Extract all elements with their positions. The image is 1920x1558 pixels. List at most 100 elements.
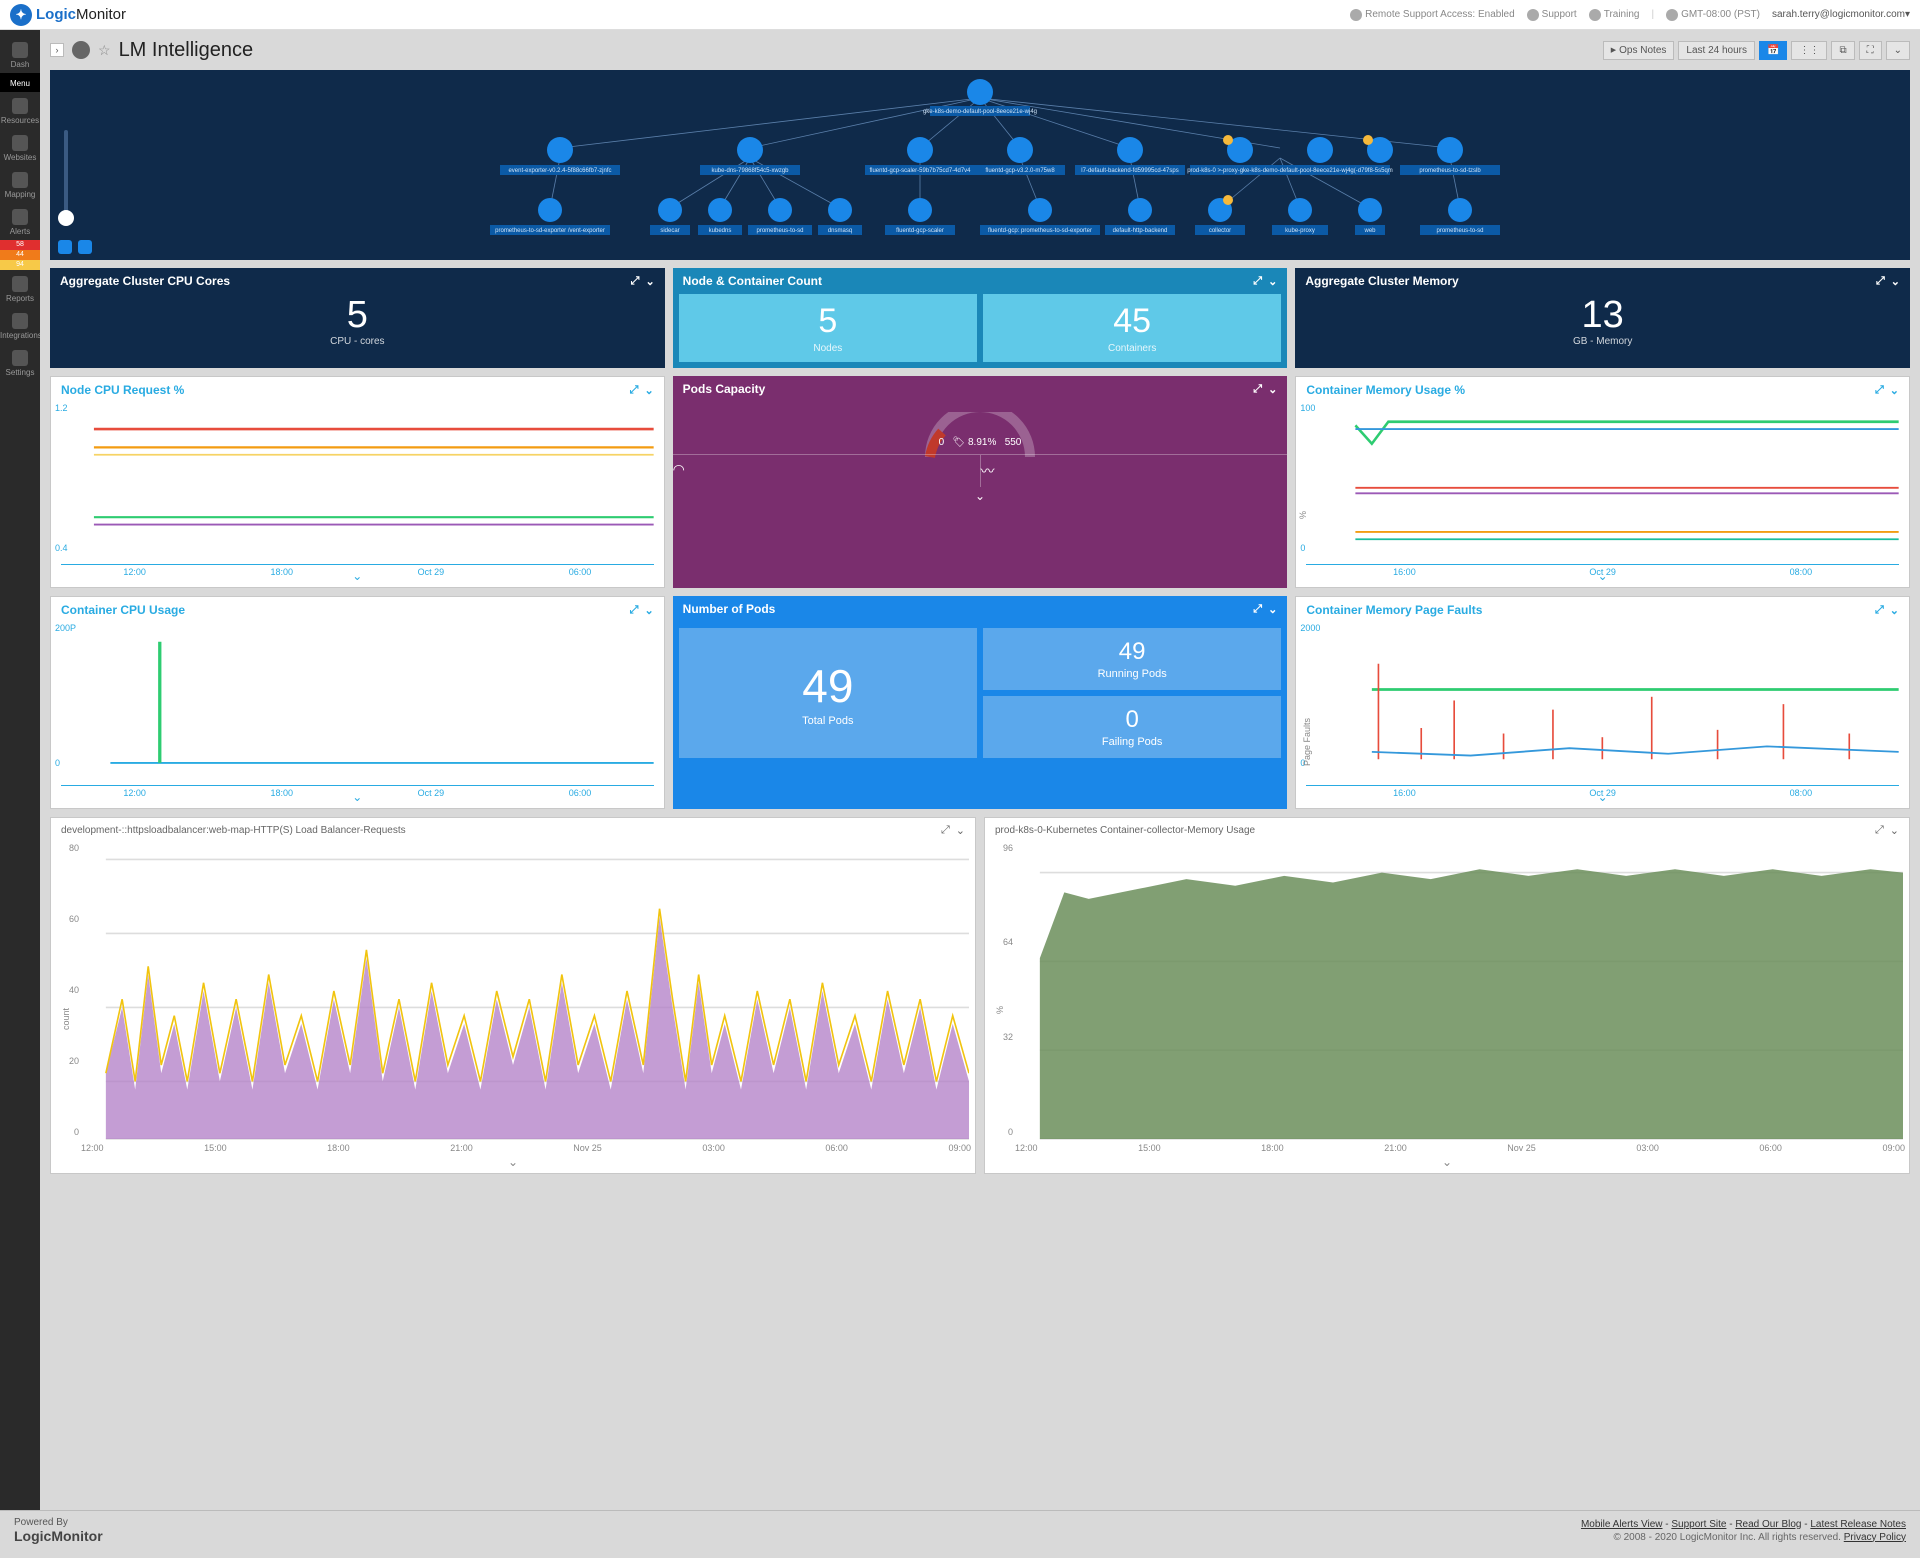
collapse-icon[interactable]: ⌄ — [985, 1155, 1909, 1173]
widget-title: Node CPU Request % — [61, 383, 184, 397]
toolbar-btn-3[interactable]: ⧉ — [1831, 41, 1854, 60]
info-icon — [1350, 9, 1362, 21]
nav-alerts[interactable]: Alerts — [0, 203, 40, 240]
dashboard-icon — [72, 41, 90, 59]
svg-text:event-exporter-v0.2.4-5f88c66f: event-exporter-v0.2.4-5f88c66fb7-zjnfc — [508, 168, 611, 174]
resources-icon — [12, 98, 28, 114]
xtick: 21:00 — [450, 1143, 473, 1153]
alert-badges: 58 44 94 — [0, 240, 40, 270]
expand-icon[interactable]: ⤢ — [631, 275, 640, 288]
nav-menu[interactable]: Menu — [0, 73, 40, 92]
privacy-link[interactable]: Privacy Policy — [1844, 1532, 1906, 1543]
chevron-down-icon[interactable]: ⌄ — [1268, 603, 1277, 616]
chevron-down-icon[interactable]: ⌄ — [1891, 275, 1900, 288]
nav-settings[interactable]: Settings — [0, 344, 40, 381]
footer-link-releases[interactable]: Latest Release Notes — [1810, 1519, 1906, 1530]
expand-icon[interactable]: ⤢ — [1253, 603, 1262, 616]
svg-text:sidecar: sidecar — [660, 228, 679, 234]
toolbar-btn-4[interactable]: ⛶ — [1859, 41, 1882, 60]
calendar-button[interactable]: 📅 — [1759, 41, 1787, 60]
chevron-down-icon[interactable]: ⌄ — [1268, 275, 1277, 288]
expand-icon[interactable]: ⤢ — [1875, 604, 1884, 617]
lb-requests-chart-widget[interactable]: development-::httpsloadbalancer:web-map-… — [50, 817, 976, 1174]
nav-dash[interactable]: Dash — [0, 36, 40, 73]
ops-notes-button[interactable]: ▶Ops Notes — [1603, 41, 1675, 60]
timezone-label[interactable]: GMT-08:00 (PST) — [1666, 9, 1760, 21]
failing-pods-label: Failing Pods — [983, 736, 1281, 748]
xtick: 15:00 — [204, 1143, 227, 1153]
expand-icon[interactable]: ⤢ — [1876, 275, 1885, 288]
footer-link-mobile[interactable]: Mobile Alerts View — [1581, 1519, 1663, 1530]
toolbar-more-button[interactable]: ⌄ — [1886, 41, 1910, 60]
footer-link-support[interactable]: Support Site — [1671, 1519, 1726, 1530]
y-axis-label: Page Faults — [1302, 718, 1312, 766]
chevron-down-icon[interactable]: ⌄ — [956, 824, 965, 837]
collapse-icon[interactable]: ⌄ — [51, 1155, 975, 1173]
xtick: 18:00 — [270, 788, 293, 798]
widget-title: Container Memory Page Faults — [1306, 603, 1482, 617]
user-menu[interactable]: sarah.terry@logicmonitor.com ▾ — [1772, 9, 1910, 20]
time-range-button[interactable]: Last 24 hours — [1678, 41, 1755, 60]
expand-sidebar-button[interactable]: › — [50, 43, 64, 57]
ytick: 0 — [987, 1127, 1013, 1137]
svg-text:collector: collector — [1209, 228, 1231, 234]
svg-text:fluentd-gcp-scaler: fluentd-gcp-scaler — [896, 228, 944, 234]
chevron-down-icon[interactable]: ⌄ — [1268, 383, 1277, 396]
nav-resources[interactable]: Resources — [0, 92, 40, 129]
nav-websites[interactable]: Websites — [0, 129, 40, 166]
footer-link-blog[interactable]: Read Our Blog — [1735, 1519, 1801, 1530]
toolbar-btn-2[interactable]: ⋮⋮ — [1791, 41, 1827, 60]
badge-critical[interactable]: 58 — [0, 240, 40, 250]
chevron-down-icon[interactable]: ⌄ — [1890, 384, 1899, 397]
widget-title: Aggregate Cluster CPU Cores — [60, 274, 230, 288]
ytick-max: 1.2 — [55, 403, 68, 413]
badge-warning[interactable]: 94 — [0, 260, 40, 270]
chevron-down-icon[interactable]: ⌄ — [645, 275, 654, 288]
collector-memory-chart-widget[interactable]: prod-k8s-0-Kubernetes Container-collecto… — [984, 817, 1910, 1174]
container-memory-page-faults-widget[interactable]: Container Memory Page Faults ⤢⌄ 2000 0 P… — [1295, 596, 1910, 808]
expand-icon[interactable]: ⤢ — [1875, 384, 1884, 397]
chevron-down-icon[interactable]: ⌄ — [644, 384, 653, 397]
pods-capacity-widget[interactable]: Pods Capacity ⤢⌄ 0 🏷 8.91% 550 ◠ — [673, 376, 1288, 588]
widget-title: Container Memory Usage % — [1306, 383, 1465, 397]
container-cpu-usage-widget[interactable]: Container CPU Usage ⤢⌄ 200P 0 12:00 18:0… — [50, 596, 665, 808]
ytick: 64 — [987, 937, 1013, 947]
badge-error[interactable]: 44 — [0, 250, 40, 260]
node-container-count-widget[interactable]: Node & Container Count ⤢⌄ 5Nodes 45Conta… — [673, 268, 1288, 368]
ytick: 20 — [53, 1056, 79, 1066]
container-memory-usage-widget[interactable]: Container Memory Usage % ⤢⌄ 100 0 % — [1295, 376, 1910, 588]
chevron-down-icon[interactable]: ⌄ — [644, 604, 653, 617]
xtick: 16:00 — [1393, 788, 1416, 798]
logo[interactable]: ✦ LogicMonitor — [10, 4, 126, 26]
training-link[interactable]: Training — [1589, 9, 1640, 21]
expand-icon[interactable]: ⤢ — [1875, 824, 1884, 837]
widget-title: Aggregate Cluster Memory — [1305, 274, 1458, 288]
gauge-tab-2[interactable]: 〰 — [981, 455, 1288, 487]
expand-icon[interactable]: ⤢ — [1253, 275, 1262, 288]
cpu-cores-widget[interactable]: Aggregate Cluster CPU Cores ⤢⌄ 5 CPU - c… — [50, 268, 665, 368]
favorite-star-icon[interactable]: ☆ — [98, 42, 111, 59]
gauge-tab-1[interactable]: ◠ — [673, 455, 981, 487]
expand-icon[interactable]: ⤢ — [630, 604, 639, 617]
number-of-pods-widget[interactable]: Number of Pods ⤢⌄ 49Total Pods 49Running… — [673, 596, 1288, 808]
nav-mapping[interactable]: Mapping — [0, 166, 40, 203]
chevron-down-icon[interactable]: ⌄ — [1890, 604, 1899, 617]
svg-text:prometheus-to-sd: prometheus-to-sd — [756, 228, 803, 234]
topology-map-widget[interactable]: gke-k8s-demo-default-pool-8eece21e-wj4g … — [50, 70, 1910, 260]
expand-icon[interactable]: ⤢ — [630, 384, 639, 397]
cluster-memory-widget[interactable]: Aggregate Cluster Memory ⤢⌄ 13 GB - Memo… — [1295, 268, 1910, 368]
expand-icon[interactable]: ⤢ — [1253, 383, 1262, 396]
nav-integrations[interactable]: Integrations — [0, 307, 40, 344]
chevron-down-icon[interactable]: ⌄ — [1890, 824, 1899, 837]
expand-icon[interactable]: ⤢ — [941, 824, 950, 837]
nav-reports[interactable]: Reports — [0, 270, 40, 307]
svg-text:web: web — [1363, 228, 1376, 234]
support-link[interactable]: Support — [1527, 9, 1577, 21]
websites-icon — [12, 135, 28, 151]
node-cpu-request-widget[interactable]: Node CPU Request % ⤢⌄ 1.2 0.4 12:00 18: — [50, 376, 665, 588]
collapse-icon[interactable]: ⌄ — [673, 487, 1288, 507]
logo-mark-icon: ✦ — [10, 4, 32, 26]
ytick-max: 200P — [55, 623, 76, 633]
footer-logo: LogicMonitor — [14, 1528, 103, 1544]
main: › ☆ LM Intelligence ▶Ops Notes Last 24 h… — [40, 30, 1920, 1510]
